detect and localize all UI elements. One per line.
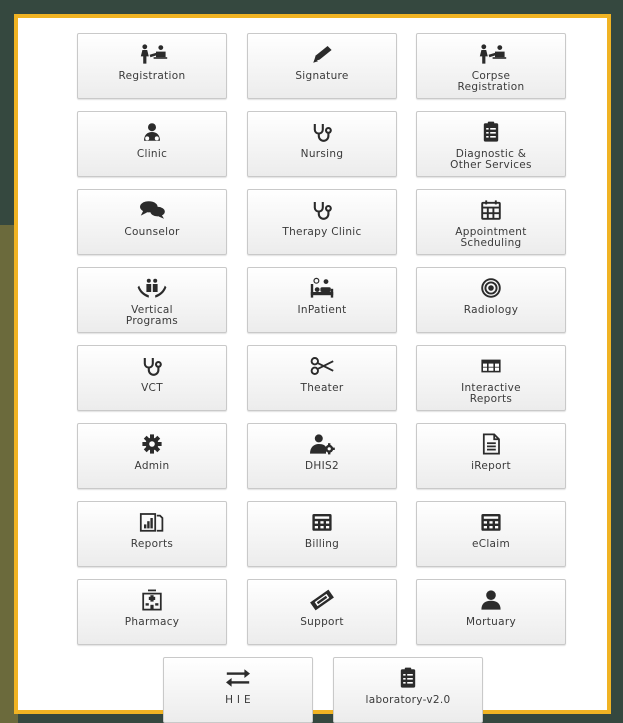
- tile-label: eClaim: [471, 538, 511, 550]
- exchange-arrows-icon: [218, 665, 258, 691]
- calendar-icon: [471, 197, 511, 223]
- tile-reports[interactable]: Reports: [77, 501, 227, 567]
- tile-vct[interactable]: VCT: [77, 345, 227, 411]
- tile-admin[interactable]: Admin: [77, 423, 227, 489]
- tile-support[interactable]: Support: [247, 579, 397, 645]
- tile-label: Registration: [118, 70, 186, 82]
- gear-icon: [132, 431, 172, 457]
- stethoscope-icon: [302, 197, 342, 223]
- tile-label: Interactive Reports: [461, 382, 521, 405]
- tile-signature[interactable]: Signature: [247, 33, 397, 99]
- table-icon: [471, 353, 511, 379]
- tile-laboratory[interactable]: laboratory-v2.0: [333, 657, 483, 723]
- tile-label: Radiology: [463, 304, 519, 316]
- tile-nursing[interactable]: Nursing: [247, 111, 397, 177]
- tile-label: Therapy Clinic: [282, 226, 362, 238]
- tile-label: laboratory-v2.0: [365, 694, 451, 706]
- tile-hie[interactable]: H I E: [163, 657, 313, 723]
- tile-label: Counselor: [124, 226, 180, 238]
- tile-dhis2[interactable]: DHIS2: [247, 423, 397, 489]
- tile-interactive-reports[interactable]: Interactive Reports: [416, 345, 566, 411]
- tile-label: Theater: [300, 382, 344, 394]
- calculator-icon: [302, 509, 342, 535]
- tile-label: InPatient: [297, 304, 347, 316]
- tile-appointment-scheduling[interactable]: Appointment Scheduling: [416, 189, 566, 255]
- clipboard-list-icon: [388, 665, 428, 691]
- tile-label: iReport: [471, 460, 511, 472]
- tile-mortuary[interactable]: Mortuary: [416, 579, 566, 645]
- tile-label: H I E: [225, 694, 251, 706]
- tile-label: Nursing: [300, 148, 344, 160]
- clipboard-list-icon: [471, 119, 511, 145]
- document-icon: [471, 431, 511, 457]
- tile-billing[interactable]: Billing: [247, 501, 397, 567]
- tile-label: Appointment Scheduling: [455, 226, 527, 249]
- tile-label: Admin: [134, 460, 170, 472]
- tile-label: Billing: [304, 538, 340, 550]
- hospital-bed-icon: [302, 275, 342, 301]
- hospital-building-icon: [132, 587, 172, 613]
- tile-vertical-programs[interactable]: Vertical Programs: [77, 267, 227, 333]
- family-hands-icon: [132, 275, 172, 301]
- tile-theater[interactable]: Theater: [247, 345, 397, 411]
- tile-counselor[interactable]: Counselor: [77, 189, 227, 255]
- ticket-icon: [302, 587, 342, 613]
- tile-therapy-clinic[interactable]: Therapy Clinic: [247, 189, 397, 255]
- stethoscope-icon: [302, 119, 342, 145]
- report-chart-icon: [132, 509, 172, 535]
- tile-label: Support: [300, 616, 344, 628]
- chat-bubbles-icon: [132, 197, 172, 223]
- corpse-registration-icon: [471, 41, 511, 67]
- tile-label: DHIS2: [305, 460, 339, 472]
- tile-radiology[interactable]: Radiology: [416, 267, 566, 333]
- doctor-icon: [132, 119, 172, 145]
- tile-diagnostic[interactable]: Diagnostic & Other Services: [416, 111, 566, 177]
- tile-label: Reports: [130, 538, 174, 550]
- scissors-icon: [302, 353, 342, 379]
- tile-clinic[interactable]: Clinic: [77, 111, 227, 177]
- tile-ireport[interactable]: iReport: [416, 423, 566, 489]
- tile-label: Corpse Registration: [457, 70, 525, 93]
- tile-eclaim[interactable]: eClaim: [416, 501, 566, 567]
- target-icon: [471, 275, 511, 301]
- tile-label: Mortuary: [466, 616, 516, 628]
- tile-label: Pharmacy: [124, 616, 180, 628]
- tile-registration[interactable]: Registration: [77, 33, 227, 99]
- user-gear-icon: [302, 431, 342, 457]
- registration-icon: [132, 41, 172, 67]
- tile-label: Clinic: [136, 148, 168, 160]
- tile-label: VCT: [141, 382, 163, 394]
- tile-label: Vertical Programs: [125, 304, 179, 327]
- user-silhouette-icon: [471, 587, 511, 613]
- pencil-icon: [302, 41, 342, 67]
- tile-pharmacy[interactable]: Pharmacy: [77, 579, 227, 645]
- tile-label: Signature: [295, 70, 349, 82]
- stethoscope-icon: [132, 353, 172, 379]
- tile-label: Diagnostic & Other Services: [450, 148, 532, 171]
- tile-inpatient[interactable]: InPatient: [247, 267, 397, 333]
- tile-corpse-registration[interactable]: Corpse Registration: [416, 33, 566, 99]
- calculator-icon: [471, 509, 511, 535]
